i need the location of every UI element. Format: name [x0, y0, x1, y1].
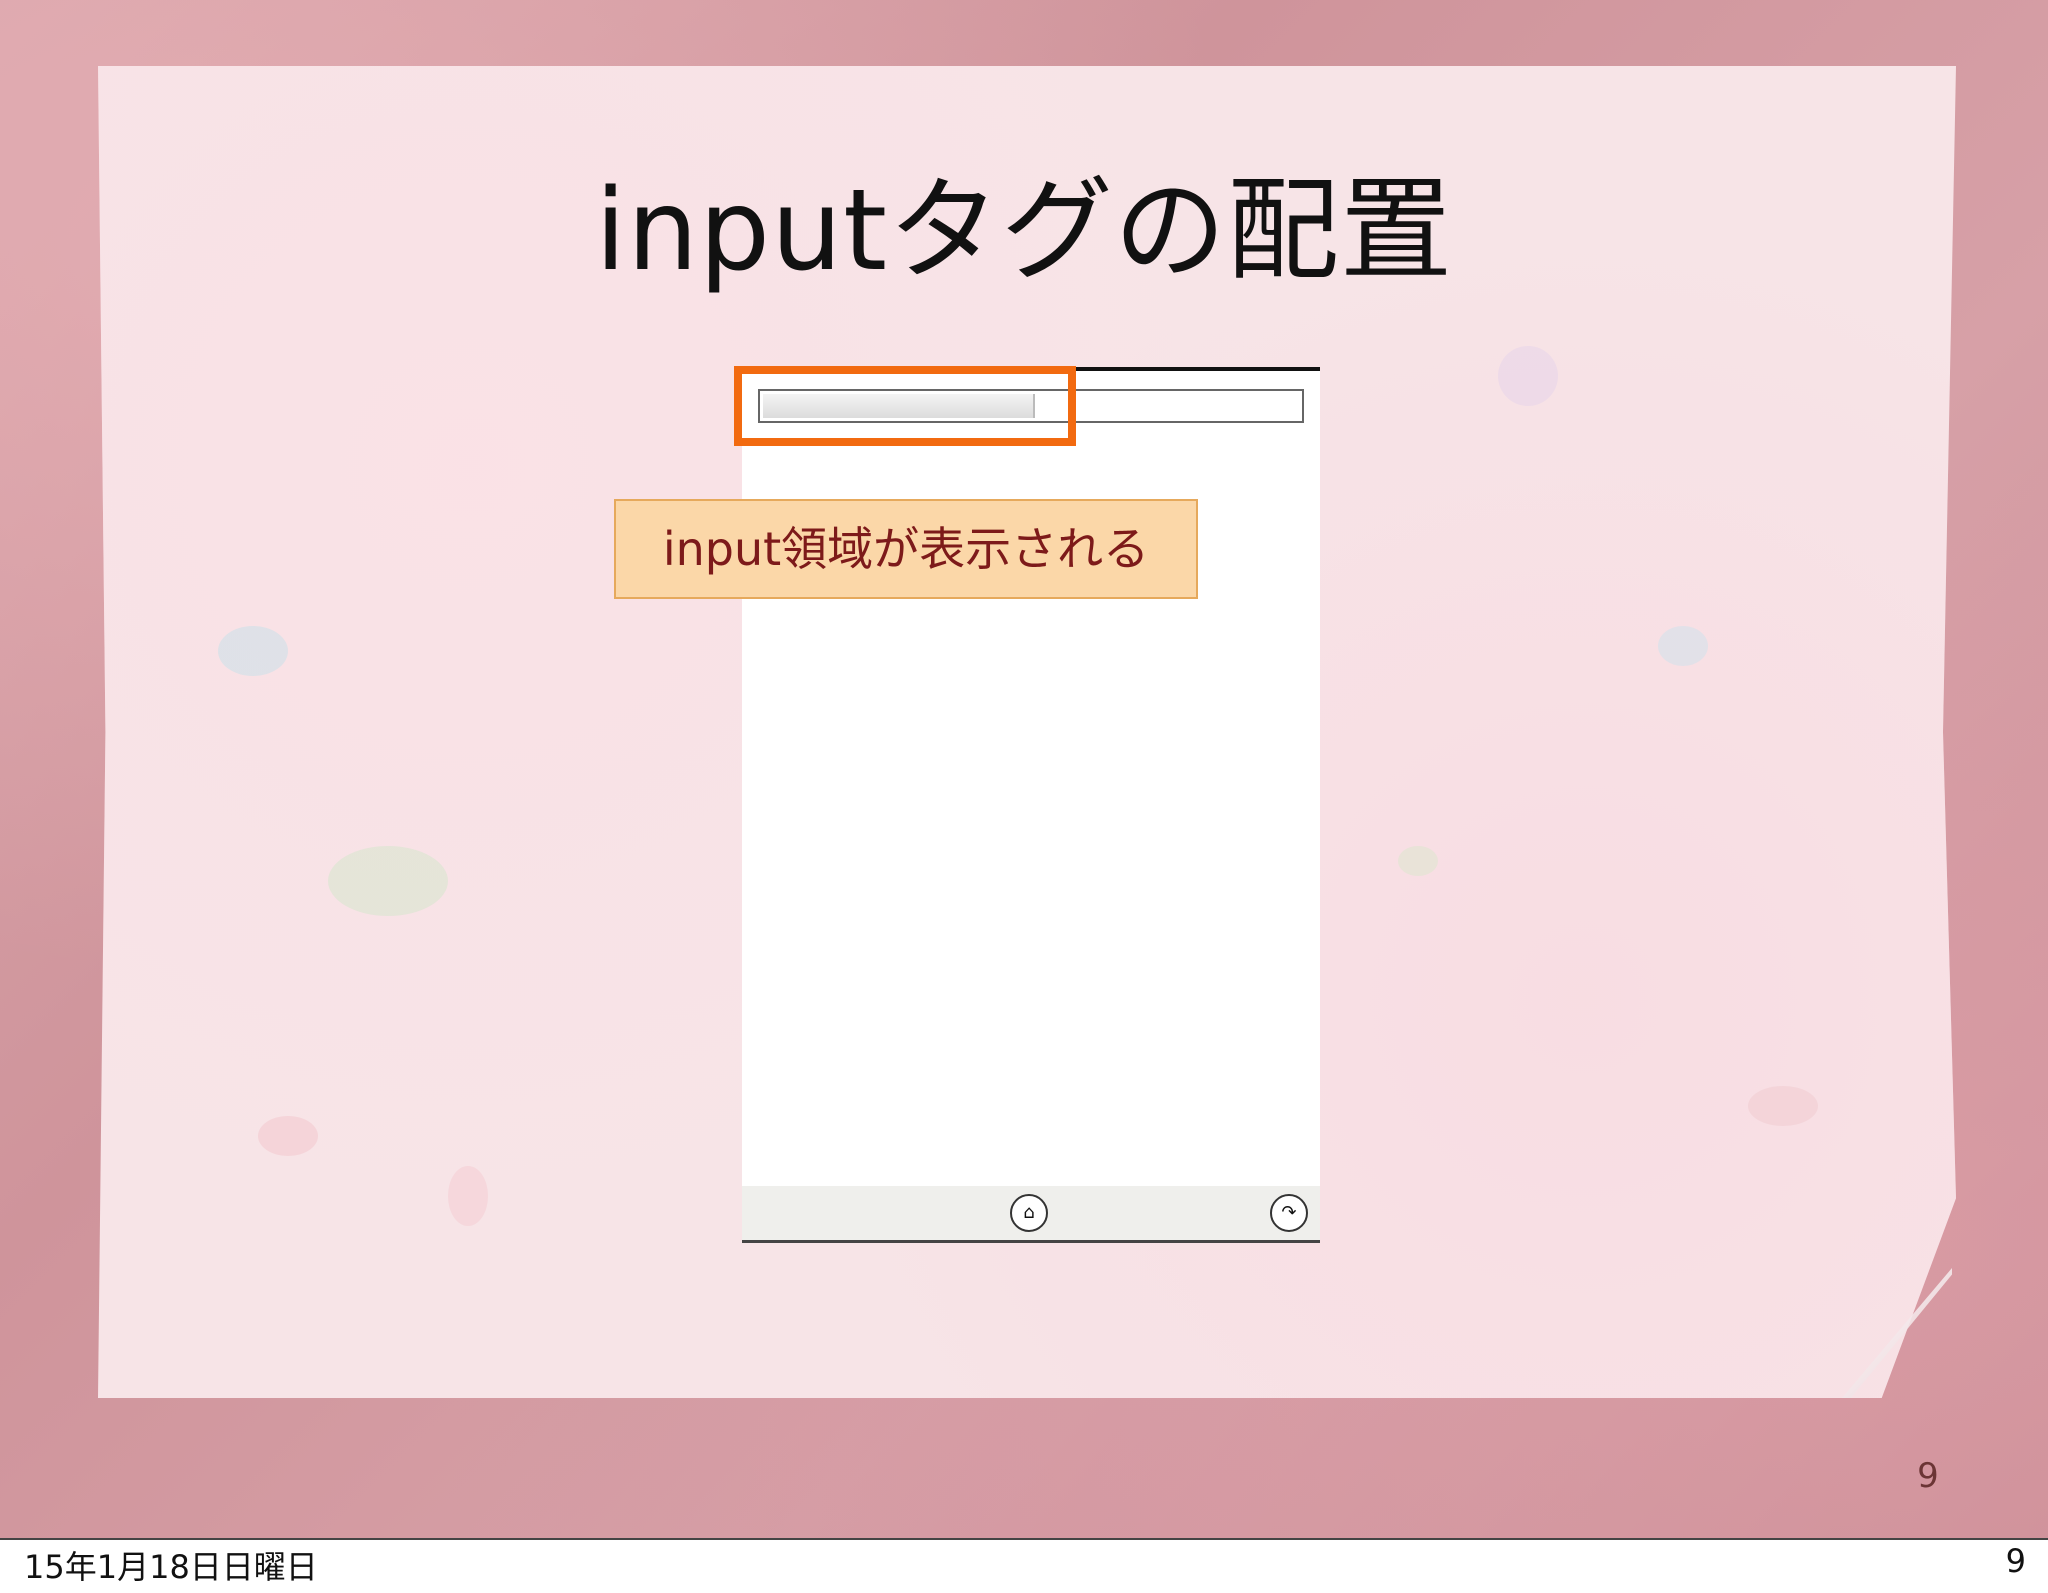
paint-splash	[1748, 1086, 1818, 1126]
forward-icon[interactable]: ↷	[1270, 1194, 1308, 1232]
input-highlight-box	[734, 366, 1076, 446]
paint-splash	[1498, 346, 1558, 406]
phone-toolbar: ⌂ ↷	[742, 1186, 1320, 1243]
paint-splash	[448, 1166, 488, 1226]
slide-number: 9	[1917, 1456, 1939, 1496]
footer-page-number: 9	[2005, 1542, 2026, 1580]
footer-date: 15年1月18日日曜日	[24, 1548, 318, 1586]
home-icon[interactable]: ⌂	[1010, 1194, 1048, 1232]
slide-title: inputタグの配置	[594, 166, 1454, 296]
paint-splash	[328, 846, 448, 916]
paint-splash	[1398, 846, 1438, 876]
paint-splash	[218, 626, 288, 676]
paint-splash	[1658, 626, 1708, 666]
callout-label: input領域が表示される	[614, 499, 1198, 599]
paint-splash	[258, 1116, 318, 1156]
